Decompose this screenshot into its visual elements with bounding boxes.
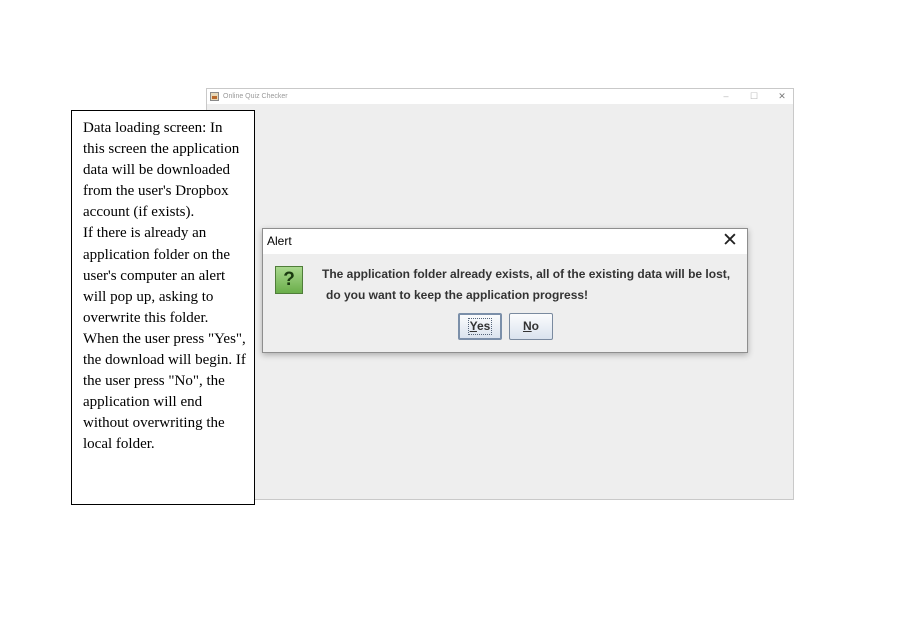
maximize-button[interactable]: ☐ [749, 89, 759, 104]
annotation-box: Data loading screen: In this screen the … [71, 110, 255, 505]
java-app-icon [210, 92, 219, 101]
yes-button[interactable]: Yes [458, 313, 502, 340]
yes-button-label: Yes [467, 318, 493, 335]
dialog-close-button[interactable]: ✕ [721, 231, 739, 250]
no-button-label: No [522, 319, 539, 333]
minimize-button[interactable]: – [721, 89, 731, 104]
close-button[interactable]: ✕ [777, 89, 787, 104]
alert-message-line-1: The application folder already exists, a… [322, 267, 731, 281]
no-button[interactable]: No [509, 313, 553, 340]
dialog-title: Alert [267, 234, 292, 248]
window-controls: – ☐ ✕ [721, 89, 787, 104]
app-title: Online Quiz Checker [223, 93, 288, 100]
alert-dialog: Alert ✕ ? The application folder already… [262, 228, 748, 353]
alert-message-line-2: do you want to keep the application prog… [326, 288, 589, 302]
app-titlebar[interactable]: Online Quiz Checker – ☐ ✕ [207, 89, 793, 104]
annotation-paragraph-1: Data loading screen: In this screen the … [83, 120, 240, 221]
question-icon: ? [275, 266, 303, 294]
annotation-paragraph-2: If there is already an application folde… [83, 225, 246, 453]
dialog-titlebar[interactable]: Alert ✕ [263, 229, 747, 254]
